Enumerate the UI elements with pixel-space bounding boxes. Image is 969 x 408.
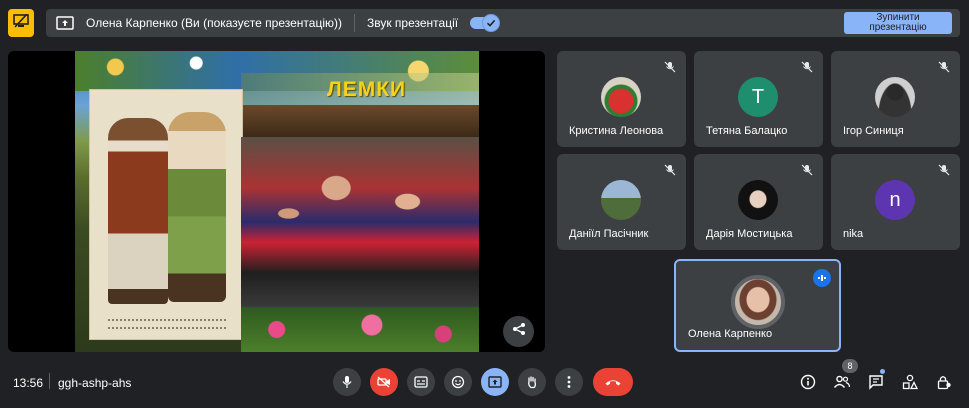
participant-name: Тетяна Балацко bbox=[706, 125, 788, 137]
participant-tile[interactable]: Даніїл Пасічник bbox=[557, 154, 686, 250]
people-button[interactable] bbox=[831, 371, 853, 393]
stop-presenting-button[interactable]: Зупинити презентацію bbox=[844, 12, 952, 34]
present-now-icon bbox=[488, 376, 502, 388]
participant-name: Даніїл Пасічник bbox=[569, 228, 649, 240]
divider bbox=[49, 373, 50, 389]
leave-call-button[interactable] bbox=[593, 368, 633, 396]
host-controls-button[interactable] bbox=[933, 371, 955, 393]
mic-icon bbox=[342, 376, 352, 388]
mic-off-icon bbox=[662, 162, 678, 178]
raise-hand-button[interactable] bbox=[518, 368, 546, 396]
presentation-sound-label: Звук презентації bbox=[366, 16, 459, 30]
chat-icon bbox=[869, 375, 883, 390]
divider bbox=[353, 14, 355, 32]
more-options-button[interactable] bbox=[555, 368, 583, 396]
chat-notification-dot bbox=[880, 369, 885, 374]
presentation-stage: ЛЕМКИ bbox=[8, 51, 545, 352]
presentation-slide: ЛЕМКИ bbox=[75, 51, 479, 352]
camera-button[interactable] bbox=[370, 368, 398, 396]
bottom-controls-bar: 13:56 ggh-ashp-ahs bbox=[0, 362, 969, 408]
postcard-image bbox=[89, 89, 243, 340]
lock-person-icon bbox=[937, 376, 951, 390]
mic-off-icon bbox=[936, 162, 952, 178]
mic-button[interactable] bbox=[333, 368, 361, 396]
postcard-caption bbox=[108, 319, 226, 329]
girl-avatar-icon bbox=[738, 180, 778, 220]
presenting-badge bbox=[8, 9, 34, 37]
activities-button[interactable] bbox=[899, 371, 921, 393]
mic-off-icon bbox=[662, 59, 678, 75]
screen-share-off-icon bbox=[13, 12, 29, 33]
meeting-details-button[interactable] bbox=[797, 371, 819, 393]
self-name: Олена Карпенко bbox=[688, 328, 773, 340]
info-icon bbox=[800, 374, 816, 390]
participant-tile[interactable]: Дарія Мостицька bbox=[694, 154, 823, 250]
activities-icon bbox=[902, 374, 918, 390]
chat-button[interactable] bbox=[865, 371, 887, 393]
festival-crowd-image bbox=[241, 137, 479, 307]
participant-name: nika bbox=[843, 228, 864, 240]
toggle-check-icon bbox=[482, 14, 501, 32]
presentation-sound-toggle[interactable] bbox=[470, 14, 501, 32]
participant-name: Ігор Синиця bbox=[843, 125, 904, 137]
mic-off-icon bbox=[799, 162, 815, 178]
camera-off-icon bbox=[377, 376, 390, 388]
share-icon bbox=[512, 322, 526, 341]
emoji-icon bbox=[451, 375, 465, 389]
people-icon bbox=[833, 375, 851, 388]
participant-tile[interactable]: Кристина Леонова bbox=[557, 51, 686, 147]
hand-icon bbox=[528, 376, 536, 389]
watermelon-avatar-icon bbox=[601, 77, 641, 117]
share-button[interactable] bbox=[503, 316, 534, 347]
participant-tile[interactable]: T Тетяна Балацко bbox=[694, 51, 823, 147]
participant-name: Дарія Мостицька bbox=[706, 228, 793, 240]
self-tile[interactable]: Олена Карпенко bbox=[674, 259, 841, 352]
self-avatar-icon bbox=[731, 275, 785, 329]
flowers-image bbox=[241, 307, 479, 352]
presenter-label: Олена Карпенко (Ви (показуєте презентаці… bbox=[86, 16, 342, 30]
presentation-bar: Олена Карпенко (Ви (показуєте презентаці… bbox=[46, 9, 960, 37]
man-figure bbox=[108, 118, 168, 304]
person-avatar-icon bbox=[875, 77, 915, 117]
meeting-code: ggh-ashp-ahs bbox=[58, 376, 132, 390]
captions-icon bbox=[414, 376, 428, 388]
end-call-icon bbox=[605, 380, 621, 386]
slide-title: ЛЕМКИ bbox=[327, 78, 407, 101]
speaking-indicator-icon bbox=[813, 269, 831, 287]
mic-off-icon bbox=[936, 59, 952, 75]
slide-roof-image bbox=[241, 105, 479, 137]
mic-off-icon bbox=[799, 59, 815, 75]
present-screen-icon bbox=[56, 16, 74, 30]
participant-avatar: n bbox=[875, 180, 915, 220]
participant-name: Кристина Леонова bbox=[569, 125, 664, 137]
participant-avatar: T bbox=[738, 77, 778, 117]
people-count-badge: 8 bbox=[842, 359, 858, 373]
more-vert-icon bbox=[567, 376, 571, 388]
captions-button[interactable] bbox=[407, 368, 435, 396]
woman-figure bbox=[168, 112, 226, 302]
present-button[interactable] bbox=[481, 368, 509, 396]
clock: 13:56 bbox=[13, 376, 44, 390]
participant-tile[interactable]: Ігор Синиця bbox=[831, 51, 960, 147]
bike-avatar-icon bbox=[601, 180, 641, 220]
reactions-button[interactable] bbox=[444, 368, 472, 396]
participant-tile[interactable]: n nika bbox=[831, 154, 960, 250]
